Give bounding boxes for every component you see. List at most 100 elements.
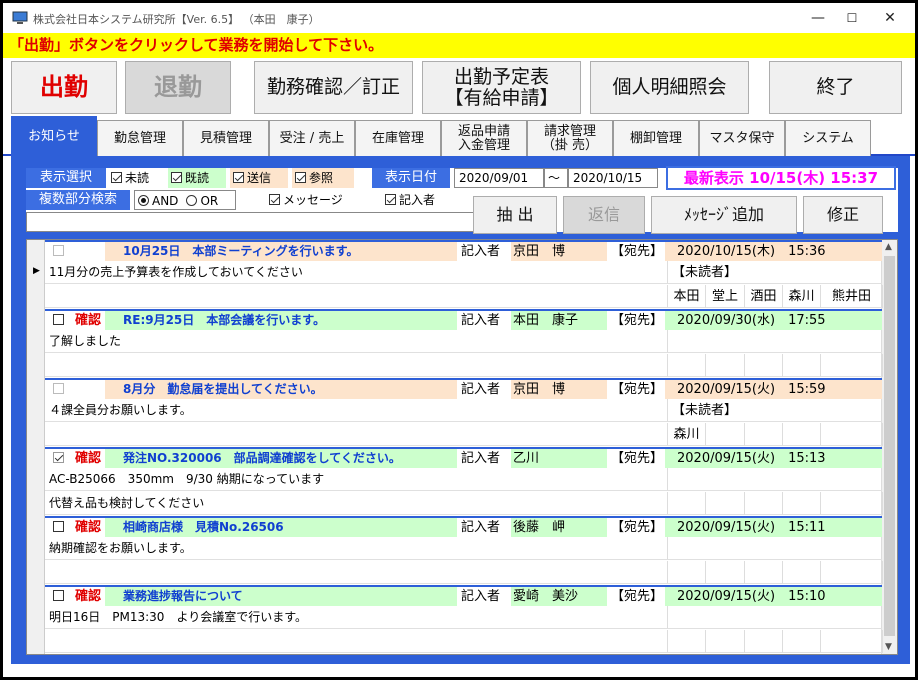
unread-label: 【未読者】 xyxy=(667,399,882,422)
record-header: 10月25日 本部ミーティングを行います。 記入者 京田 博【宛先】 2020/10/… xyxy=(45,240,882,261)
message-line xyxy=(45,630,667,653)
message-record[interactable]: 確認 発注NO.320006 部品調達確認をしてください。 記入者 乙川 【宛先】 202… xyxy=(27,447,883,516)
checkbox-icon xyxy=(53,314,64,325)
scroll-down-icon[interactable]: ▼ xyxy=(885,642,892,652)
unread-name xyxy=(821,630,883,653)
unread-name xyxy=(706,492,745,515)
writer-label: 記入者 xyxy=(459,242,509,261)
tab-inventory[interactable]: 在庫管理 xyxy=(355,120,441,156)
tab-notices[interactable]: お知らせ xyxy=(11,116,97,156)
writer-label: 記入者 xyxy=(459,380,509,399)
confirm-checkbox[interactable] xyxy=(45,311,75,330)
confirm-label: 確認 xyxy=(75,449,105,468)
edit-button[interactable]: 修正 xyxy=(803,196,883,234)
record-header: 確認 業務進捗報告について 記入者 愛崎 美沙 【宛先】 2020/09/15(火) 15… xyxy=(45,585,882,606)
checkbox-icon xyxy=(269,194,280,205)
maximize-button[interactable]: ☐ xyxy=(835,7,869,29)
and-radio-icon[interactable] xyxy=(138,195,149,206)
message-label: メッセージ xyxy=(283,193,343,207)
unread-name xyxy=(668,492,706,515)
confirm-checkbox[interactable] xyxy=(45,449,75,468)
minimize-button[interactable]: — xyxy=(801,7,835,29)
message-record[interactable]: ▶ 10月25日 本部ミーティングを行います。 記入者 京田 博【宛先】 2020/10… xyxy=(27,240,883,309)
confirm-checkbox[interactable] xyxy=(45,587,75,606)
exit-button[interactable]: 終了 xyxy=(769,61,902,114)
confirm-checkbox[interactable] xyxy=(45,518,75,537)
row-indicator[interactable]: ▶ xyxy=(27,240,45,309)
tab-returns-payments[interactable]: 返品申請 入金管理 xyxy=(441,120,527,156)
unread-label: 【未読者】 xyxy=(667,261,882,284)
app-window: 株式会社日本システム研究所【Ver. 6.5】 （本田 康子） — ☐ ✕ 「出… xyxy=(3,3,915,677)
or-radio-icon[interactable] xyxy=(186,195,198,206)
add-message-button[interactable]: ﾒｯｾｰｼﾞ追加 xyxy=(651,196,797,234)
subject: RE:9月25日 本部会議を行います。 xyxy=(105,311,457,330)
ref-label: 参照 xyxy=(309,171,334,185)
display-date-label: 表示日付 xyxy=(372,168,450,188)
scroll-up-icon[interactable]: ▲ xyxy=(885,242,892,252)
datetime: 2020/09/30(水) 17:55 xyxy=(665,311,882,330)
record-header: 確認 RE:9月25日 本部会議を行います。 記入者 本田 康子 【宛先】 2020/09… xyxy=(45,309,882,330)
row-indicator[interactable] xyxy=(27,447,45,516)
schedule-button[interactable]: 出勤予定表 【有給申請】 xyxy=(422,61,581,114)
message-line xyxy=(45,423,667,446)
message-line: 了解しました xyxy=(45,330,667,353)
sent-checkbox[interactable]: 送信 xyxy=(230,168,288,188)
tab-system[interactable]: システム xyxy=(785,120,871,156)
unread-name xyxy=(745,630,783,653)
date-from-field[interactable]: 2020/09/01 xyxy=(454,168,544,188)
personal-detail-button[interactable]: 個人明細照会 xyxy=(590,61,749,114)
row-indicator[interactable] xyxy=(27,378,45,447)
message-grid: ▲ ▼ ▶ 10月25日 本部ミーティングを行います。 記入者 京田 博【宛先】 202… xyxy=(26,239,898,655)
unread-checkbox[interactable]: 未読 xyxy=(108,168,164,188)
read-checkbox[interactable]: 既読 xyxy=(168,168,226,188)
recipient-label: 【宛先】 xyxy=(611,242,663,261)
message-checkbox[interactable]: メッセージ xyxy=(266,190,370,210)
date-tilde: 〜 xyxy=(544,168,568,188)
tab-master[interactable]: マスタ保守 xyxy=(699,120,785,156)
confirm-checkbox[interactable] xyxy=(45,380,75,399)
tab-billing[interactable]: 請求管理 （掛 売） xyxy=(527,120,613,156)
message-record[interactable]: 8月分 勤怠届を提出してください。 記入者 京田 博【宛先】 2020/09/15(火… xyxy=(27,378,883,447)
confirm-checkbox[interactable] xyxy=(45,242,75,261)
leave-button[interactable]: 退勤 xyxy=(125,61,231,114)
scroll-thumb[interactable] xyxy=(884,256,895,636)
message-record[interactable]: 確認 相崎商店様 見積No.26506 記入者 後藤 岬【宛先】 2020/09/15(… xyxy=(27,516,883,585)
tab-orders-sales[interactable]: 受注 / 売上 xyxy=(269,120,355,156)
unread-label xyxy=(667,330,882,353)
vertical-scrollbar[interactable]: ▲ ▼ xyxy=(881,240,897,654)
search-input[interactable] xyxy=(26,212,476,232)
message-record[interactable]: 確認 RE:9月25日 本部会議を行います。 記入者 本田 康子 【宛先】 2020/09… xyxy=(27,309,883,378)
tab-stocktaking[interactable]: 棚卸管理 xyxy=(613,120,699,156)
checkbox-icon xyxy=(53,452,64,463)
unread-name xyxy=(821,492,883,515)
reply-button[interactable]: 返信 xyxy=(563,196,645,234)
row-indicator[interactable] xyxy=(27,516,45,585)
and-label: AND xyxy=(152,194,179,208)
extract-button[interactable]: 抽 出 xyxy=(473,196,557,234)
message-record[interactable]: 確認 業務進捗報告について 記入者 愛崎 美沙 【宛先】 2020/09/15(火) 15… xyxy=(27,585,883,654)
tab-estimates[interactable]: 見積管理 xyxy=(183,120,269,156)
writer-checkbox[interactable]: 記入者 xyxy=(382,190,460,210)
datetime: 2020/09/15(火) 15:11 xyxy=(665,518,882,537)
schedule-label: 出勤予定表 xyxy=(453,65,549,88)
unread-label: 未読 xyxy=(125,171,150,185)
writer-label: 記入者 xyxy=(459,449,509,468)
tab-attendance[interactable]: 勤怠管理 xyxy=(97,120,183,156)
recipient-label: 【宛先】 xyxy=(611,449,663,468)
date-to-field[interactable]: 2020/10/15 xyxy=(568,168,658,188)
writer-name: 愛崎 美沙 xyxy=(511,587,607,606)
close-button[interactable]: ✕ xyxy=(873,7,907,29)
latest-display-button[interactable]: 最新表示 10/15(木) 15:37 xyxy=(666,166,896,190)
recipient-label: 【宛先】 xyxy=(611,380,663,399)
row-indicator[interactable] xyxy=(27,585,45,654)
ref-checkbox[interactable]: 参照 xyxy=(292,168,354,188)
work-confirm-button[interactable]: 勤務確認／訂正 xyxy=(254,61,413,114)
attend-button[interactable]: 出勤 xyxy=(11,61,117,114)
recipient-label: 【宛先】 xyxy=(611,311,663,330)
row-indicator[interactable] xyxy=(27,309,45,378)
confirm-label: 確認 xyxy=(75,311,105,330)
unread-label xyxy=(667,468,882,491)
confirm-label: 確認 xyxy=(75,518,105,537)
or-label: OR xyxy=(200,194,219,208)
checkbox-icon xyxy=(385,194,396,205)
